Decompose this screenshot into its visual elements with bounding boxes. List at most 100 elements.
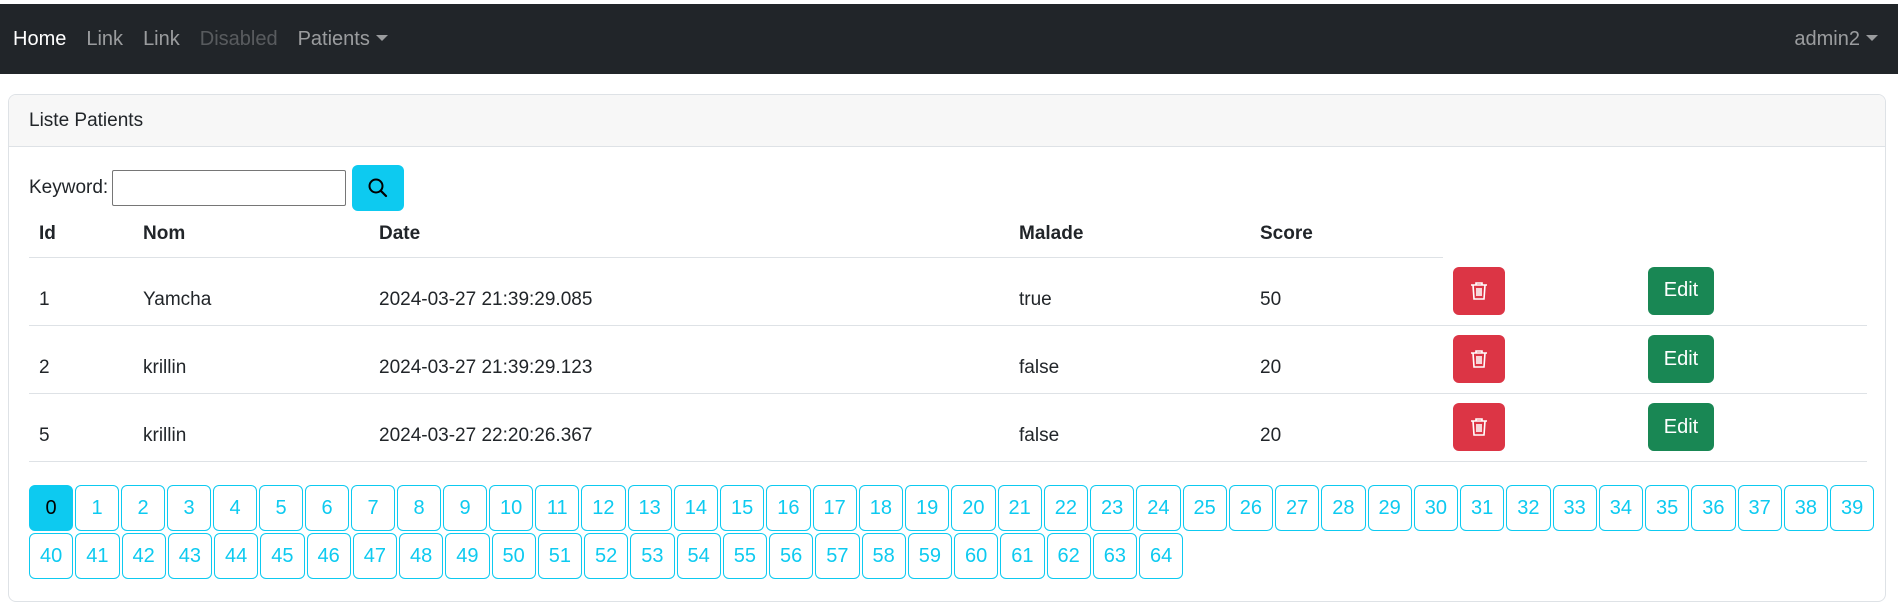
page-button-5[interactable]: 5: [259, 485, 303, 531]
page-button-27[interactable]: 27: [1275, 485, 1320, 531]
delete-button[interactable]: [1453, 266, 1505, 315]
col-header-delete: [1443, 211, 1638, 257]
keyword-input[interactable]: [112, 170, 347, 206]
page-button-12[interactable]: 12: [581, 485, 626, 531]
col-header-nom: Nom: [133, 211, 369, 258]
page-button-14[interactable]: 14: [673, 485, 718, 531]
nav-home-link[interactable]: Home: [3, 28, 76, 51]
page-button-28[interactable]: 28: [1321, 485, 1366, 531]
page-button-57[interactable]: 57: [815, 533, 860, 579]
table-row: 5 krillin 2024-03-27 22:20:26.367 false …: [29, 393, 1867, 462]
page-button-34[interactable]: 34: [1598, 485, 1643, 531]
cell-edit: Edit: [1638, 393, 1867, 462]
page-button-17[interactable]: 17: [812, 485, 857, 531]
page-button-30[interactable]: 30: [1413, 485, 1458, 531]
cell-score: 20: [1250, 325, 1443, 394]
cell-edit: Edit: [1638, 325, 1867, 394]
cell-date: 2024-03-27 22:20:26.367: [369, 393, 1009, 462]
page-button-16[interactable]: 16: [766, 485, 811, 531]
patients-dropdown[interactable]: Patients: [288, 28, 398, 51]
page-button-43[interactable]: 43: [167, 533, 212, 579]
page-button-47[interactable]: 47: [352, 533, 397, 579]
page-button-49[interactable]: 49: [445, 533, 490, 579]
page-button-18[interactable]: 18: [858, 485, 903, 531]
page-button-44[interactable]: 44: [214, 533, 259, 579]
page-button-46[interactable]: 46: [306, 533, 351, 579]
page-button-40[interactable]: 40: [29, 533, 74, 579]
page-button-0[interactable]: 0: [29, 485, 73, 531]
page-button-9[interactable]: 9: [443, 485, 487, 531]
page-button-20[interactable]: 20: [951, 485, 996, 531]
page-button-62[interactable]: 62: [1046, 533, 1091, 579]
page-button-41[interactable]: 41: [75, 533, 120, 579]
page-button-56[interactable]: 56: [769, 533, 814, 579]
delete-button[interactable]: [1453, 335, 1505, 383]
page-button-4[interactable]: 4: [213, 485, 257, 531]
page-button-21[interactable]: 21: [997, 485, 1042, 531]
page-button-11[interactable]: 11: [535, 485, 580, 531]
page-button-60[interactable]: 60: [954, 533, 999, 579]
page-button-36[interactable]: 36: [1691, 485, 1736, 531]
nav-link-1[interactable]: Link: [76, 28, 133, 51]
delete-button[interactable]: [1453, 403, 1505, 451]
pagination: 0 1 2 3 4 5 6 7 8 9 10 11 12 13 14 15 16 17 18 19 20 21 22 23 24…: [29, 485, 1879, 581]
page-button-64[interactable]: 64: [1139, 533, 1184, 579]
patients-dropdown-label: Patients: [297, 27, 370, 50]
page-button-29[interactable]: 29: [1367, 485, 1412, 531]
page-button-58[interactable]: 58: [861, 533, 906, 579]
user-dropdown[interactable]: admin2: [1784, 28, 1888, 51]
page-button-33[interactable]: 33: [1552, 485, 1597, 531]
page-button-31[interactable]: 31: [1460, 485, 1505, 531]
trash-icon: [1471, 350, 1487, 368]
page-button-25[interactable]: 25: [1182, 485, 1227, 531]
page-button-15[interactable]: 15: [720, 485, 765, 531]
table-row: 1 Yamcha 2024-03-27 21:39:29.085 true 50…: [29, 257, 1867, 326]
search-button[interactable]: [352, 165, 405, 211]
page-button-13[interactable]: 13: [627, 485, 672, 531]
page-button-39[interactable]: 39: [1830, 485, 1875, 531]
page-button-48[interactable]: 48: [399, 533, 444, 579]
page-button-19[interactable]: 19: [905, 485, 950, 531]
page-button-59[interactable]: 59: [907, 533, 952, 579]
col-header-date: Date: [369, 211, 1009, 258]
cell-edit: Edit: [1638, 257, 1867, 326]
edit-button[interactable]: Edit: [1648, 403, 1714, 451]
page-button-45[interactable]: 45: [260, 533, 305, 579]
page-button-63[interactable]: 63: [1092, 533, 1137, 579]
page-button-55[interactable]: 55: [722, 533, 767, 579]
page-button-52[interactable]: 52: [584, 533, 629, 579]
page-button-3[interactable]: 3: [167, 485, 211, 531]
page-button-61[interactable]: 61: [1000, 533, 1045, 579]
cell-nom: Yamcha: [133, 257, 369, 326]
cell-id: 1: [29, 257, 133, 326]
page-button-22[interactable]: 22: [1043, 485, 1088, 531]
page-button-6[interactable]: 6: [305, 485, 349, 531]
page-button-38[interactable]: 38: [1783, 485, 1828, 531]
col-header-score: Score: [1250, 211, 1443, 258]
page-button-37[interactable]: 37: [1737, 485, 1782, 531]
cell-malade: false: [1009, 325, 1250, 394]
page-button-23[interactable]: 23: [1090, 485, 1135, 531]
page-button-7[interactable]: 7: [351, 485, 395, 531]
nav-link-2[interactable]: Link: [133, 28, 190, 51]
cell-delete: [1443, 325, 1638, 394]
page-button-8[interactable]: 8: [397, 485, 441, 531]
page-button-53[interactable]: 53: [630, 533, 675, 579]
page-button-24[interactable]: 24: [1136, 485, 1181, 531]
user-dropdown-label: admin2: [1794, 27, 1860, 50]
cell-malade: true: [1009, 257, 1250, 326]
page-button-1[interactable]: 1: [75, 485, 119, 531]
page-button-32[interactable]: 32: [1506, 485, 1551, 531]
page-button-51[interactable]: 51: [537, 533, 582, 579]
edit-button[interactable]: Edit: [1648, 266, 1714, 315]
cell-score: 50: [1250, 257, 1443, 326]
page-button-54[interactable]: 54: [676, 533, 721, 579]
page-button-50[interactable]: 50: [491, 533, 536, 579]
page-button-26[interactable]: 26: [1228, 485, 1273, 531]
page-button-2[interactable]: 2: [121, 485, 165, 531]
page-button-42[interactable]: 42: [121, 533, 166, 579]
edit-button[interactable]: Edit: [1648, 335, 1714, 383]
page-button-35[interactable]: 35: [1645, 485, 1690, 531]
page-button-10[interactable]: 10: [489, 485, 534, 531]
col-header-malade: Malade: [1009, 211, 1250, 258]
